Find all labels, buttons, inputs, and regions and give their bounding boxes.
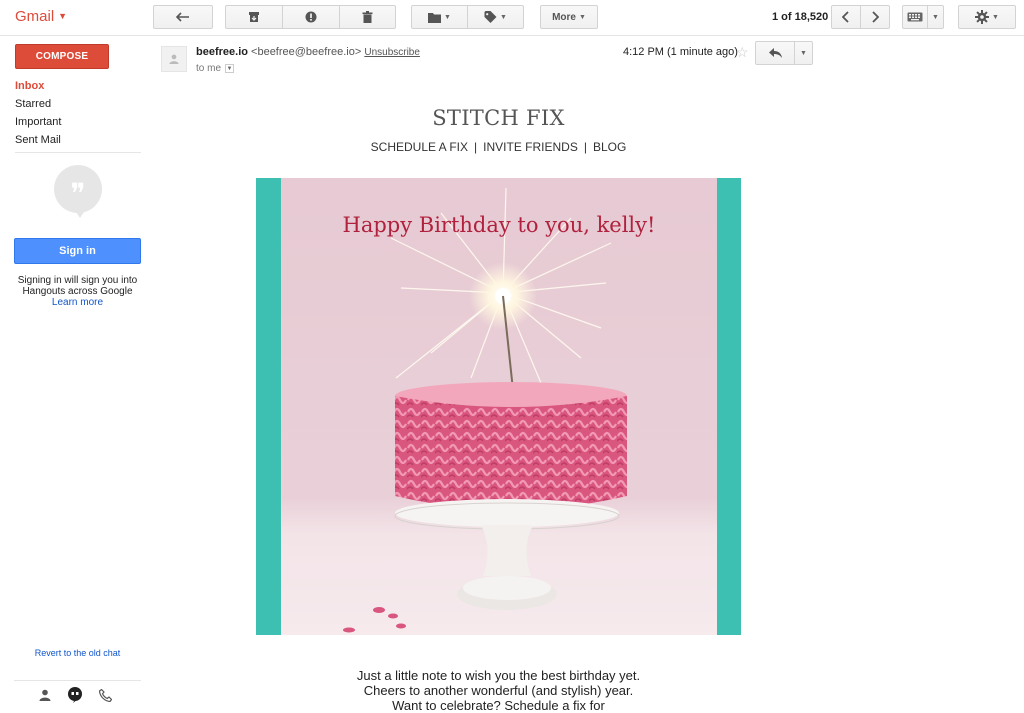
menu-separator: | [474,140,478,154]
top-toolbar: Gmail ▼ ▼ ▼ More ▼ 1 of 18,520 ▼ ▼ [0,0,1024,36]
body-line: Cheers to another wonderful (and stylish… [363,683,634,698]
sender-address: <beefree@beefree.io> [251,46,362,58]
input-tools-dropdown[interactable]: ▼ [927,5,944,29]
sidebar-item-sent-mail[interactable]: Sent Mail [15,131,141,149]
move-label-group: ▼ ▼ [411,5,524,29]
cake-illustration: Happy Birthday to you, kelly! [281,178,717,635]
menu-link-blog[interactable]: BLOG [593,140,626,154]
compose-button[interactable]: COMPOSE [15,44,109,69]
back-arrow-icon [176,12,189,22]
chevron-down-icon: ▼ [800,49,807,57]
body-line: Just a little note to wish you the best … [356,668,641,683]
chevron-down-icon: ▼ [578,13,586,21]
menu-separator: | [583,140,587,154]
delete-button[interactable] [339,5,396,29]
learn-more-link[interactable]: Learn more [14,297,141,308]
sender-avatar[interactable] [161,46,187,72]
back-button[interactable] [153,5,213,29]
newer-button[interactable] [831,5,861,29]
gmail-menu[interactable]: Gmail ▼ [15,8,67,25]
reply-button[interactable] [755,41,795,65]
more-button[interactable]: More ▼ [540,5,598,29]
spam-icon [305,11,317,23]
report-spam-button[interactable] [282,5,340,29]
signin-note-text: Signing in will sign you into Hangouts a… [17,275,138,297]
body-line: Want to celebrate? Schedule a fix for [392,698,605,713]
sender-line: beefree.io <beefree@beefree.io> Unsubscr… [196,46,420,58]
newsletter-menu: SCHEDULE A FIX | INVITE FRIENDS | BLOG [256,140,741,154]
menu-link-schedule[interactable]: SCHEDULE A FIX [371,140,468,154]
chat-divider [14,680,141,681]
person-icon [169,54,179,64]
folder-icon [428,12,442,23]
archive-button[interactable] [225,5,283,29]
email-timestamp: 4:12 PM (1 minute ago) [623,46,738,58]
reply-more-dropdown[interactable]: ▼ [794,41,813,65]
hangouts-icon [68,687,82,703]
recipient-text: to me [196,63,222,74]
action-button-group [225,5,396,29]
left-sidebar: COMPOSE Inbox Starred Important Sent Mai… [0,36,150,705]
nav-divider [15,152,141,153]
hangouts-logo-tail [72,206,88,218]
birthday-cake-image: Happy Birthday to you, kelly! [281,178,717,635]
label-tag-icon [484,11,497,23]
newsletter-brand-title: STITCH FIX [432,106,565,130]
signin-note: Signing in will sign you into Hangouts a… [14,275,141,308]
keyboard-icon [907,12,923,22]
unsubscribe-link[interactable]: Unsubscribe [364,47,420,58]
chevron-down-icon: ▼ [932,13,939,21]
sender-name[interactable]: beefree.io [196,46,248,58]
chevron-down-icon: ▼ [444,13,451,21]
folder-nav: Inbox Starred Important Sent Mail [15,77,141,153]
sidebar-item-important[interactable]: Important [15,113,141,131]
recipient-line: to me ▼ [196,63,235,74]
archive-icon [249,12,259,22]
hangouts-tab[interactable] [66,686,84,704]
revert-old-chat-link[interactable]: Revert to the old chat [14,648,141,658]
birthday-hero-banner: Happy Birthday to you, kelly! [256,178,741,635]
chevron-down-icon: ▼ [226,65,233,72]
contacts-tab[interactable] [36,686,54,704]
sidebar-item-starred[interactable]: Starred [15,95,141,113]
sign-in-button[interactable]: Sign in [14,238,141,264]
chevron-down-icon: ▼ [500,13,507,21]
trash-icon [362,11,373,23]
email-body-text: Just a little note to wish you the best … [256,668,741,713]
reply-group: ▼ [755,41,813,65]
sidebar-item-inbox[interactable]: Inbox [15,77,141,95]
input-tools-group: ▼ [902,5,944,29]
move-to-button[interactable]: ▼ [411,5,468,29]
chat-tabs [36,686,114,704]
input-tools-button[interactable] [902,5,928,29]
chevron-left-icon [842,11,849,23]
star-icon[interactable]: ☆ [736,44,749,61]
person-icon [39,689,51,701]
phone-tab[interactable] [96,686,114,704]
older-button[interactable] [860,5,890,29]
menu-link-invite[interactable]: INVITE FRIENDS [483,140,578,154]
more-label: More [552,11,576,23]
reply-icon [768,48,782,58]
settings-button[interactable]: ▼ [958,5,1016,29]
pager-nav-group [831,5,890,29]
gmail-brand: Gmail [15,8,55,25]
greeting-text: Happy Birthday to you, kelly! [343,213,656,237]
chevron-right-icon [872,11,879,23]
chevron-down-icon: ▼ [58,11,68,21]
labels-button[interactable]: ▼ [467,5,524,29]
pager-range: 1 of 18,520 [772,11,829,23]
phone-icon [98,688,112,702]
details-dropdown[interactable]: ▼ [225,64,235,73]
chevron-down-icon: ▼ [992,13,999,21]
gear-icon [975,10,990,24]
